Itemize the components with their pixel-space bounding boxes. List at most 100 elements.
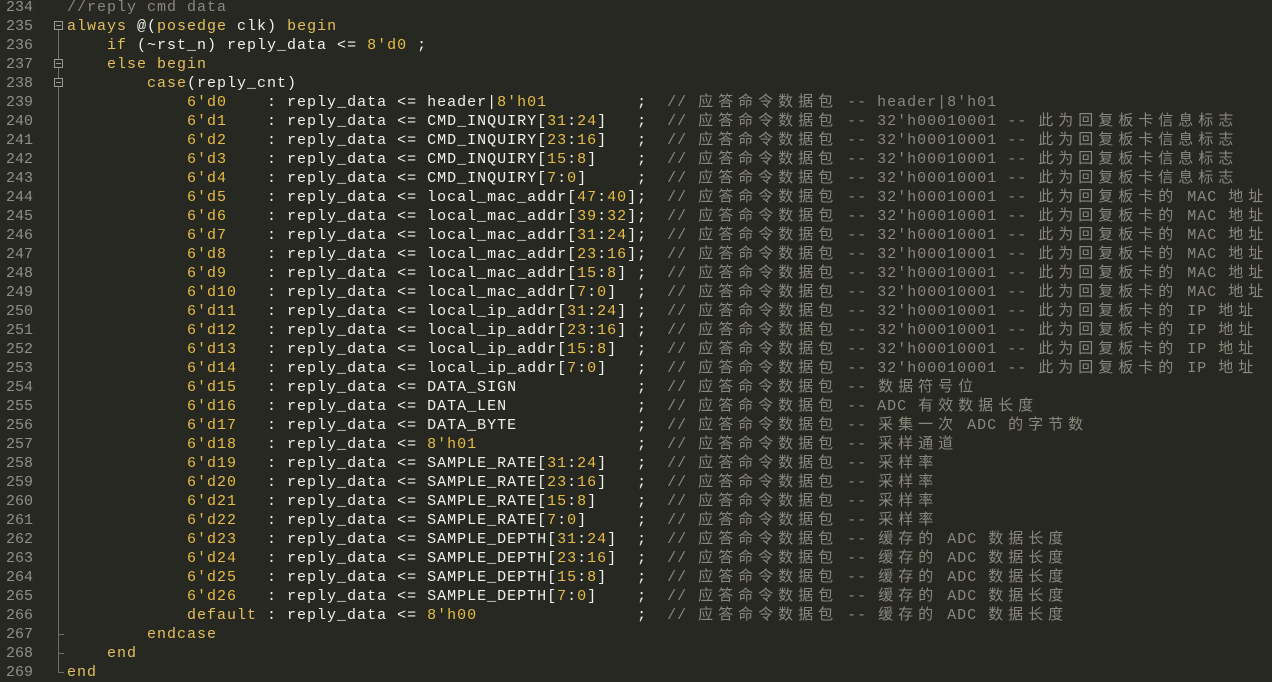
comment-text[interactable]: // 应答命令数据包 -- 32'h00010001 -- 此为回复板卡的 IP… [667, 322, 1257, 339]
code-line[interactable]: 252 6'd13 : reply_data <= local_ip_addr[… [0, 340, 1272, 359]
line-number[interactable]: 238 [0, 74, 33, 93]
line-text[interactable]: endcase [67, 625, 217, 644]
line-text[interactable]: 6'd5 : reply_data <= local_mac_addr[47:4… [67, 188, 1267, 207]
line-text[interactable]: 6'd12 : reply_data <= local_ip_addr[23:1… [67, 321, 1257, 340]
code-text[interactable]: 6'd11 : reply_data <= local_ip_addr[31:2… [67, 303, 667, 320]
line-text[interactable]: 6'd10 : reply_data <= local_mac_addr[7:0… [67, 283, 1267, 302]
comment-text[interactable]: // 应答命令数据包 -- 32'h00010001 -- 此为回复板卡信息标志 [667, 113, 1237, 130]
code-text[interactable]: default : reply_data <= 8'h00 ; [67, 607, 667, 624]
code-text[interactable]: 6'd9 : reply_data <= local_mac_addr[15:8… [67, 265, 667, 282]
line-text[interactable]: 6'd21 : reply_data <= SAMPLE_RATE[15:8] … [67, 492, 937, 511]
code-text[interactable]: 6'd21 : reply_data <= SAMPLE_RATE[15:8] … [67, 493, 667, 510]
code-line[interactable]: 251 6'd12 : reply_data <= local_ip_addr[… [0, 321, 1272, 340]
comment-text[interactable]: // 应答命令数据包 -- 32'h00010001 -- 此为回复板卡信息标志 [667, 151, 1237, 168]
code-text[interactable]: 6'd17 : reply_data <= DATA_BYTE ; [67, 417, 667, 434]
code-text[interactable]: 6'd13 : reply_data <= local_ip_addr[15:8… [67, 341, 667, 358]
code-text[interactable]: 6'd7 : reply_data <= local_mac_addr[31:2… [67, 227, 667, 244]
code-line[interactable]: 268 end [0, 644, 1272, 663]
comment-text[interactable]: // 应答命令数据包 -- 32'h00010001 -- 此为回复板卡的 MA… [667, 208, 1267, 225]
line-text[interactable]: 6'd25 : reply_data <= SAMPLE_DEPTH[15:8]… [67, 568, 1067, 587]
line-text[interactable]: default : reply_data <= 8'h00 ; // 应答命令数… [67, 606, 1067, 625]
code-line[interactable]: 244 6'd5 : reply_data <= local_mac_addr[… [0, 188, 1272, 207]
line-number[interactable]: 258 [0, 454, 33, 473]
line-number[interactable]: 264 [0, 568, 33, 587]
line-text[interactable]: 6'd13 : reply_data <= local_ip_addr[15:8… [67, 340, 1257, 359]
line-number[interactable]: 234 [0, 0, 33, 17]
line-text[interactable]: 6'd8 : reply_data <= local_mac_addr[23:1… [67, 245, 1267, 264]
code-line[interactable]: 234 //reply cmd data [0, 0, 1272, 17]
line-text[interactable]: end [67, 644, 137, 663]
line-number[interactable]: 249 [0, 283, 33, 302]
code-line[interactable]: 250 6'd11 : reply_data <= local_ip_addr[… [0, 302, 1272, 321]
code-line[interactable]: 246 6'd7 : reply_data <= local_mac_addr[… [0, 226, 1272, 245]
line-text[interactable]: if (~rst_n) reply_data <= 8'd0 ; [67, 36, 427, 55]
code-line[interactable]: 257 6'd18 : reply_data <= 8'h01 ; // 应答命… [0, 435, 1272, 454]
line-number[interactable]: 267 [0, 625, 33, 644]
code-line[interactable]: 254 6'd15 : reply_data <= DATA_SIGN ; //… [0, 378, 1272, 397]
code-text[interactable]: 6'd20 : reply_data <= SAMPLE_RATE[23:16]… [67, 474, 667, 491]
comment-text[interactable]: // 应答命令数据包 -- 32'h00010001 -- 此为回复板卡信息标志 [667, 170, 1237, 187]
line-number[interactable]: 260 [0, 492, 33, 511]
comment-text[interactable]: //reply cmd data [67, 0, 227, 16]
code-line[interactable]: 235 always @(posedge clk) begin [0, 17, 1272, 36]
line-text[interactable]: 6'd19 : reply_data <= SAMPLE_RATE[31:24]… [67, 454, 937, 473]
code-line[interactable]: 260 6'd21 : reply_data <= SAMPLE_RATE[15… [0, 492, 1272, 511]
line-number[interactable]: 268 [0, 644, 33, 663]
comment-text[interactable]: // 应答命令数据包 -- 采样率 [667, 474, 937, 491]
code-text[interactable]: 6'd6 : reply_data <= local_mac_addr[39:3… [67, 208, 667, 225]
comment-text[interactable]: // 应答命令数据包 -- 32'h00010001 -- 此为回复板卡的 IP… [667, 303, 1257, 320]
code-line[interactable]: 264 6'd25 : reply_data <= SAMPLE_DEPTH[1… [0, 568, 1272, 587]
code-text[interactable]: 6'd10 : reply_data <= local_mac_addr[7:0… [67, 284, 667, 301]
comment-text[interactable]: // 应答命令数据包 -- 32'h00010001 -- 此为回复板卡信息标志 [667, 132, 1237, 149]
line-text[interactable]: 6'd9 : reply_data <= local_mac_addr[15:8… [67, 264, 1267, 283]
comment-text[interactable]: // 应答命令数据包 -- 采样通道 [667, 436, 957, 453]
line-number[interactable]: 246 [0, 226, 33, 245]
line-text[interactable]: else begin [67, 55, 207, 74]
code-text[interactable]: 6'd16 : reply_data <= DATA_LEN ; [67, 398, 667, 415]
line-number[interactable]: 247 [0, 245, 33, 264]
comment-text[interactable]: // 应答命令数据包 -- 采样率 [667, 512, 937, 529]
comment-text[interactable]: // 应答命令数据包 -- 采样率 [667, 455, 937, 472]
line-number[interactable]: 253 [0, 359, 33, 378]
code-line[interactable]: 236 if (~rst_n) reply_data <= 8'd0 ; [0, 36, 1272, 55]
code-text[interactable]: endcase [67, 626, 217, 643]
code-text[interactable]: 6'd24 : reply_data <= SAMPLE_DEPTH[23:16… [67, 550, 667, 567]
line-number[interactable]: 242 [0, 150, 33, 169]
fold-toggle-minus-icon[interactable] [54, 17, 65, 36]
code-text[interactable]: 6'd26 : reply_data <= SAMPLE_DEPTH[7:0] … [67, 588, 667, 605]
code-line[interactable]: 237 else begin [0, 55, 1272, 74]
code-text[interactable]: 6'd8 : reply_data <= local_mac_addr[23:1… [67, 246, 667, 263]
line-number[interactable]: 250 [0, 302, 33, 321]
line-text[interactable]: 6'd23 : reply_data <= SAMPLE_DEPTH[31:24… [67, 530, 1067, 549]
code-line[interactable]: 266 default : reply_data <= 8'h00 ; // 应… [0, 606, 1272, 625]
code-line[interactable]: 255 6'd16 : reply_data <= DATA_LEN ; // … [0, 397, 1272, 416]
comment-text[interactable]: // 应答命令数据包 -- 32'h00010001 -- 此为回复板卡的 MA… [667, 246, 1267, 263]
line-number[interactable]: 259 [0, 473, 33, 492]
code-line[interactable]: 242 6'd3 : reply_data <= CMD_INQUIRY[15:… [0, 150, 1272, 169]
comment-text[interactable]: // 应答命令数据包 -- 采样率 [667, 493, 937, 510]
line-number[interactable]: 265 [0, 587, 33, 606]
comment-text[interactable]: // 应答命令数据包 -- ADC 有效数据长度 [667, 398, 1037, 415]
line-number[interactable]: 241 [0, 131, 33, 150]
code-line[interactable]: 241 6'd2 : reply_data <= CMD_INQUIRY[23:… [0, 131, 1272, 150]
code-text[interactable]: end [67, 645, 137, 662]
code-line[interactable]: 247 6'd8 : reply_data <= local_mac_addr[… [0, 245, 1272, 264]
comment-text[interactable]: // 应答命令数据包 -- 32'h00010001 -- 此为回复板卡的 MA… [667, 227, 1267, 244]
code-line[interactable]: 263 6'd24 : reply_data <= SAMPLE_DEPTH[2… [0, 549, 1272, 568]
code-line[interactable]: 238 case(reply_cnt) [0, 74, 1272, 93]
comment-text[interactable]: // 应答命令数据包 -- 32'h00010001 -- 此为回复板卡的 MA… [667, 189, 1267, 206]
comment-text[interactable]: // 应答命令数据包 -- 32'h00010001 -- 此为回复板卡的 IP… [667, 360, 1257, 377]
comment-text[interactable]: // 应答命令数据包 -- header|8'h01 [667, 94, 997, 111]
code-text[interactable]: 6'd1 : reply_data <= CMD_INQUIRY[31:24] … [67, 113, 667, 130]
comment-text[interactable]: // 应答命令数据包 -- 缓存的 ADC 数据长度 [667, 588, 1067, 605]
code-editor[interactable]: 234 //reply cmd data 235 always @(posedge c… [0, 0, 1272, 682]
code-text[interactable]: 6'd0 : reply_data <= header|8'h01 ; [67, 94, 667, 111]
line-text[interactable]: 6'd1 : reply_data <= CMD_INQUIRY[31:24] … [67, 112, 1237, 131]
code-line[interactable]: 249 6'd10 : reply_data <= local_mac_addr… [0, 283, 1272, 302]
comment-text[interactable]: // 应答命令数据包 -- 数据符号位 [667, 379, 977, 396]
line-text[interactable]: 6'd6 : reply_data <= local_mac_addr[39:3… [67, 207, 1267, 226]
line-text[interactable]: 6'd11 : reply_data <= local_ip_addr[31:2… [67, 302, 1257, 321]
code-text[interactable]: 6'd4 : reply_data <= CMD_INQUIRY[7:0] ; [67, 170, 667, 187]
line-text[interactable]: 6'd0 : reply_data <= header|8'h01 ; // 应… [67, 93, 997, 112]
code-line[interactable]: 256 6'd17 : reply_data <= DATA_BYTE ; //… [0, 416, 1272, 435]
